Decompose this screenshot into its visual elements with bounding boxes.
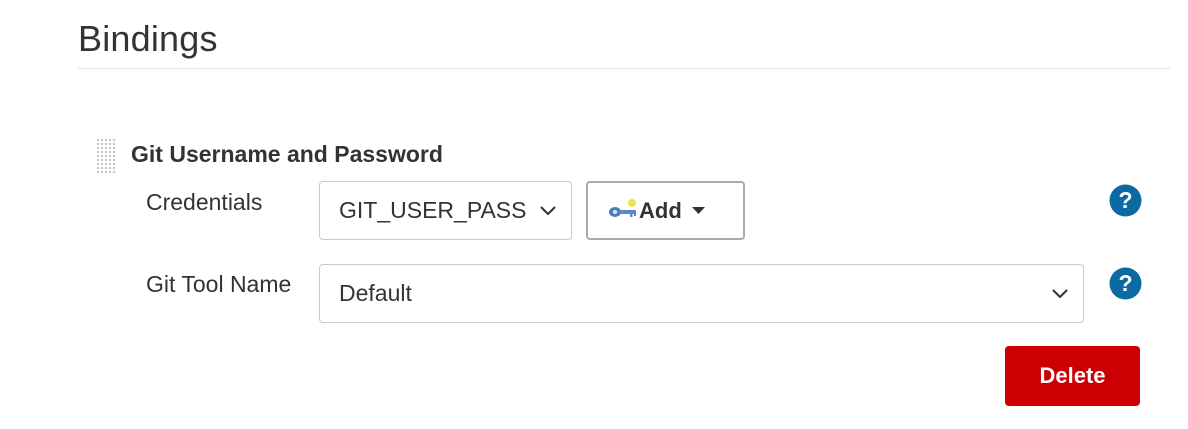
credentials-label: Credentials: [146, 189, 263, 215]
svg-text:?: ?: [1118, 270, 1132, 296]
drag-handle-icon[interactable]: [96, 138, 116, 174]
section-title: Bindings: [78, 18, 218, 59]
delete-button[interactable]: Delete: [1005, 346, 1140, 406]
add-credentials-button[interactable]: Add: [586, 181, 745, 240]
help-icon[interactable]: ?: [1109, 184, 1142, 217]
binding-title: Git Username and Password: [131, 141, 443, 167]
section-divider: [78, 68, 1170, 69]
add-button-label: Add: [639, 198, 682, 223]
caret-down-icon: [692, 207, 705, 214]
chevron-down-icon: [1052, 289, 1068, 298]
bindings-page: Bindings Git Username and Password Crede…: [0, 0, 1188, 429]
key-icon: [609, 199, 636, 217]
credentials-select-value: GIT_USER_PASS: [339, 197, 527, 223]
svg-text:?: ?: [1118, 187, 1132, 213]
chevron-down-icon: [540, 206, 556, 215]
help-icon[interactable]: ?: [1109, 267, 1142, 300]
git-tool-label: Git Tool Name: [146, 271, 292, 297]
credentials-select[interactable]: GIT_USER_PASS: [319, 181, 572, 240]
git-tool-select-value: Default: [339, 280, 412, 306]
git-tool-select[interactable]: Default: [319, 264, 1084, 323]
